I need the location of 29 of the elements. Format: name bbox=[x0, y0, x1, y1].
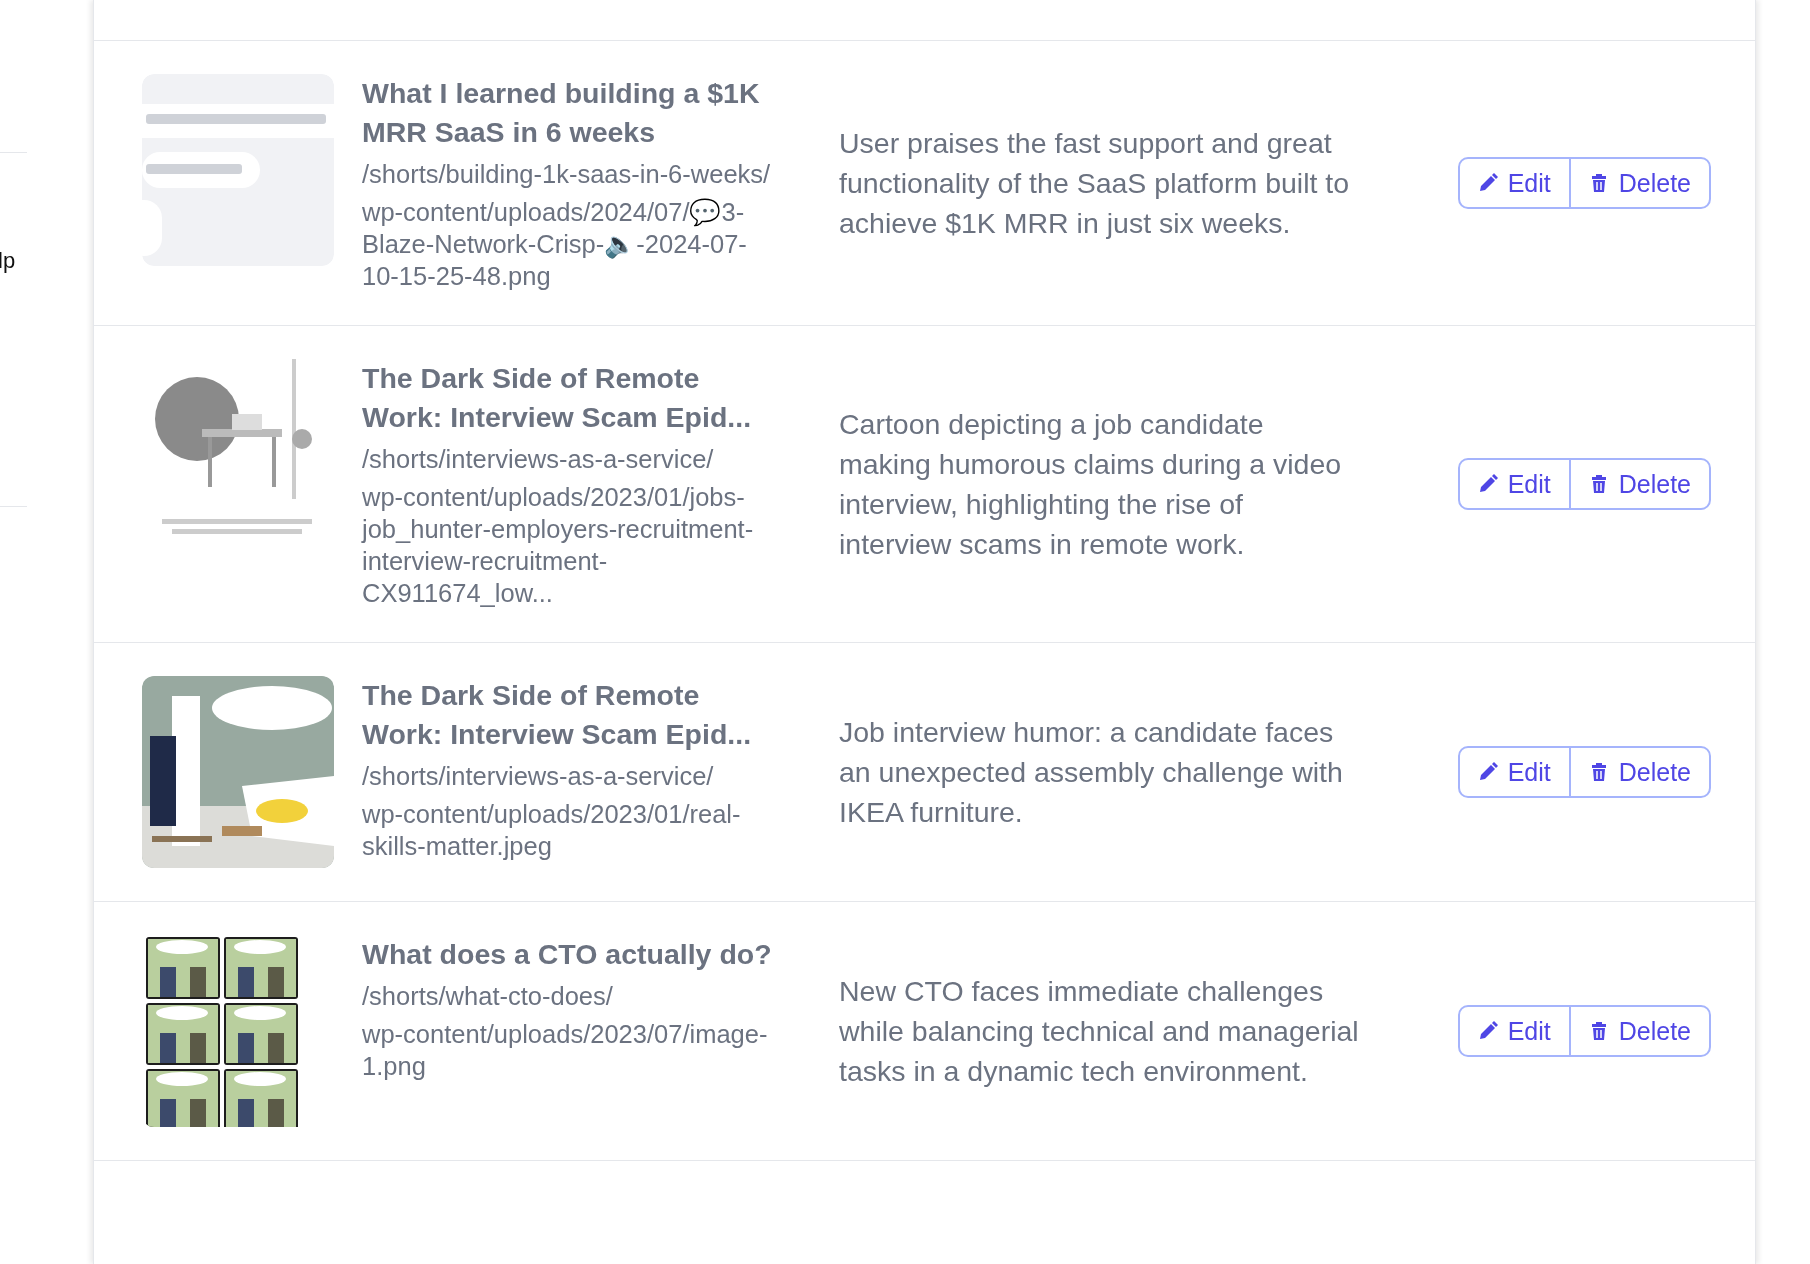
edit-button[interactable]: Edit bbox=[1457, 746, 1570, 798]
pencil-icon bbox=[1477, 474, 1498, 494]
delete-button[interactable]: Delete bbox=[1569, 746, 1711, 798]
edit-button[interactable]: Edit bbox=[1457, 458, 1570, 510]
image-path: wp-content/uploads/2023/07/image-1.png bbox=[362, 1019, 769, 1082]
pencil-icon bbox=[1477, 762, 1498, 782]
short-title[interactable]: What does a CTO actually do? bbox=[362, 935, 774, 974]
delete-button[interactable]: Delete bbox=[1569, 1005, 1711, 1057]
short-description: New CTO faces immediate challenges while balancing technical and managerial tasks in a dynamic tech environment. bbox=[838, 974, 1360, 1089]
delete-button[interactable]: Delete bbox=[1569, 157, 1711, 209]
short-description: Job interview humor: a candidate faces an unexpected assembly challenge with IKEA furniture. bbox=[838, 715, 1344, 830]
edit-button[interactable]: Edit bbox=[1457, 157, 1570, 209]
short-path: /shorts/interviews-as-a-service/ bbox=[362, 444, 715, 475]
short-path: /shorts/what-cto-does/ bbox=[362, 981, 614, 1012]
short-description: User praises the fast support and great functionality of the SaaS platform built to achieve $1K MRR in just six weeks. bbox=[838, 126, 1351, 241]
delete-button[interactable]: Delete bbox=[1569, 458, 1711, 510]
short-title[interactable]: The Dark Side of Remote Work: Interview Scam Epid... bbox=[362, 359, 774, 437]
short-title[interactable]: What I learned building a $1K MRR SaaS in 6 weeks bbox=[362, 74, 774, 152]
short-title[interactable]: The Dark Side of Remote Work: Interview Scam Epid... bbox=[362, 676, 774, 754]
nav-label[interactable]: lp bbox=[0, 248, 93, 274]
image-path: wp-content/uploads/2024/07/💬3-Blaze-Network-Crisp-🔈-2024-07-10-15-25-48.png bbox=[362, 197, 748, 292]
pencil-icon bbox=[1477, 1021, 1498, 1041]
short-path: /shorts/building-1k-saas-in-6-weeks/ bbox=[362, 159, 772, 190]
image-path: wp-content/uploads/2023/01/jobs-job_hunter-employers-recruitment-interview-recruitment-CX911674_low... bbox=[362, 482, 755, 609]
image-path: wp-content/uploads/2023/01/real-skills-matter.jpeg bbox=[362, 799, 742, 862]
short-path: /shorts/interviews-as-a-service/ bbox=[362, 761, 715, 792]
short-description: Cartoon depicting a job candidate making humorous claims during a video interview, highlighting the rise of interview scams in remote work. bbox=[838, 407, 1343, 562]
edit-button[interactable]: Edit bbox=[1457, 1005, 1570, 1057]
pencil-icon bbox=[1477, 173, 1498, 193]
